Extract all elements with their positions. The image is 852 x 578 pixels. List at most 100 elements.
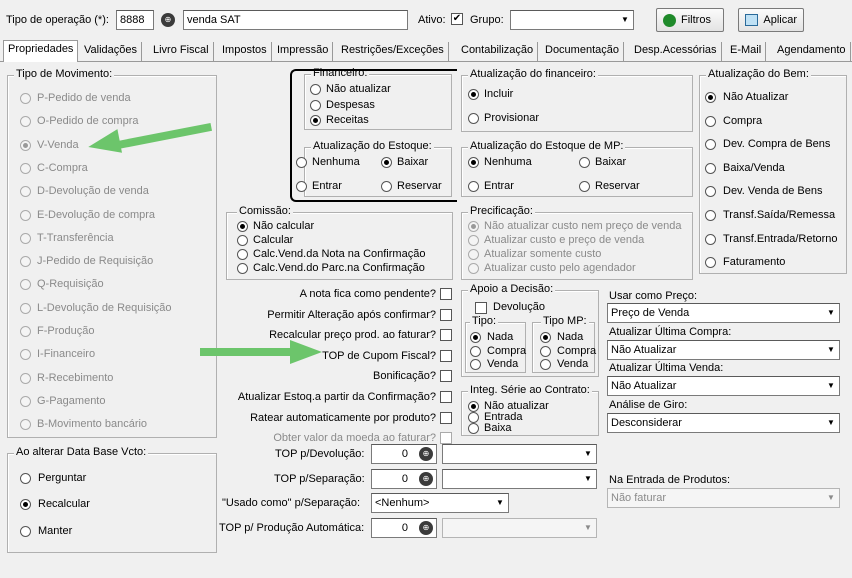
apoio-tipo-venda-radio[interactable] [470,359,481,370]
integ-baixa-label: Baixa [484,422,512,434]
tab-desp-acessorias[interactable]: Desp.Acessórias [630,42,722,61]
integ-nao-atualizar-radio[interactable] [468,401,479,412]
option-checkbox[interactable] [440,432,452,445]
option-checkbox[interactable] [440,308,452,321]
tipo-movimento-radio[interactable] [20,162,31,174]
tipo-movimento-radio[interactable] [20,93,31,104]
tipo-operacao-label: Tipo de operação (*): [6,14,109,26]
apoio-tipo-compra-radio[interactable] [470,346,481,357]
atualizacao-bem-label: Não Atualizar [723,91,789,103]
tipo-movimento-radio[interactable] [20,232,31,244]
option-checkbox[interactable] [440,329,452,342]
option-checkbox[interactable] [440,370,452,383]
fin-incluir-label: Incluir [484,88,514,100]
tab-documentacao[interactable]: Documentação [541,42,624,61]
tipo-movimento-radio[interactable] [20,302,31,314]
devolucao-checkbox[interactable] [475,302,487,314]
apoio-tipomp-compra-radio[interactable] [540,346,551,357]
apoio-tipo-title: Tipo: [470,315,499,328]
comissao-nao-calcular-radio[interactable] [237,221,248,232]
tab-propriedades[interactable]: Propriedades [3,40,79,62]
tipo-movimento-label: F-Produção [37,325,95,337]
mp-entrar-radio[interactable] [468,181,479,192]
option-checkbox[interactable] [440,391,452,403]
ativo-label: Ativo: [418,14,446,26]
usar-preco-select[interactable]: Preço de Venda ▼ [607,303,840,323]
filtros-button[interactable]: Filtros [656,8,724,32]
mp-reservar-radio[interactable] [579,181,590,192]
prec-agendador-radio[interactable] [468,263,479,274]
aplicar-button[interactable]: Aplicar [738,8,804,32]
comissao-calc-nota-radio[interactable] [237,249,248,260]
comissao-title: Comissão: [237,205,293,218]
ativo-checkbox[interactable]: ✔ [451,13,463,25]
apoio-tipo-nada-radio[interactable] [470,332,481,343]
integ-entrada-radio[interactable] [468,412,479,423]
tipo-operacao-code-input[interactable]: 8888 [116,10,154,30]
fin-provisionar-radio[interactable] [468,113,479,124]
chevron-down-icon: ▼ [827,381,835,390]
filtros-label: Filtros [681,14,711,26]
tab-impressao[interactable]: Impressão [273,42,334,61]
integ-serie-group: Integ. Série ao Contrato: [461,384,599,436]
option-checkbox[interactable] [440,288,452,300]
lookup-icon[interactable]: ⊕ [419,521,433,535]
tipo-movimento-radio[interactable] [20,326,31,337]
data-base-manter-radio[interactable] [20,526,31,537]
tipo-movimento-radio[interactable] [20,139,31,151]
option-checkbox[interactable] [440,349,452,362]
atualizacao-bem-radio[interactable] [705,233,716,245]
atualizacao-bem-label: Transf.Saída/Remessa [723,209,836,221]
tipo-operacao-name-input[interactable]: venda SAT [183,10,408,30]
prec-somente-custo-radio[interactable] [468,249,479,260]
ult-venda-select[interactable]: Não Atualizar ▼ [607,376,840,396]
ult-compra-select[interactable]: Não Atualizar ▼ [607,340,840,360]
mp-baixar-label: Baixar [595,156,627,168]
usar-preco-label: Usar como Preço: [609,290,698,302]
data-base-recalcular-label: Recalcular [38,498,90,510]
comissao-calcular-radio[interactable] [237,235,248,246]
prec-custo-preco-radio[interactable] [468,235,479,246]
atualizacao-bem-radio[interactable] [705,210,716,221]
top-producao-select[interactable]: ▼ [442,518,597,538]
atualizacao-bem-radio[interactable] [705,92,716,103]
grupo-select[interactable]: ▼ [510,10,634,30]
mp-baixar-radio[interactable] [579,157,590,168]
mp-reservar-label: Reservar [595,180,640,192]
lookup-icon[interactable]: ⊕ [419,447,433,461]
tab-validacoes[interactable]: Validações [80,42,142,61]
option-checkbox-label: Permitir Alteração após confirmar? [267,308,436,321]
lookup-icon[interactable]: ⊕ [161,13,175,27]
tab-impostos[interactable]: Impostos [218,42,272,61]
atualizacao-bem-radio[interactable] [705,162,716,174]
lookup-icon[interactable]: ⊕ [419,472,433,486]
atualizacao-bem-radio[interactable] [705,115,716,127]
top-devolucao-select[interactable]: ▼ [442,444,597,464]
mp-nenhuma-radio[interactable] [468,157,479,168]
fin-incluir-radio[interactable] [468,89,479,100]
option-checkbox[interactable] [440,411,452,424]
data-base-perguntar-radio[interactable] [20,473,31,484]
comissao-calc-parc-radio[interactable] [237,263,248,274]
tab-livro-fiscal[interactable]: Livro Fiscal [149,42,214,61]
tab-agendamento[interactable]: Agendamento [773,42,851,61]
entrada-produtos-label: Na Entrada de Produtos: [609,474,731,486]
entrada-produtos-select[interactable]: Não faturar ▼ [607,488,840,508]
integ-baixa-radio[interactable] [468,423,479,434]
apoio-tipomp-nada-radio[interactable] [540,332,551,343]
tipo-movimento-radio[interactable] [20,209,31,221]
tab-contabilizacao[interactable]: Contabilização [457,42,539,61]
ult-compra-value: Não Atualizar [611,344,677,356]
tipo-movimento-label: J-Pedido de Requisição [37,255,154,268]
apoio-tipomp-venda-radio[interactable] [540,359,551,370]
apoio-tipo-compra-label: Compra [487,345,527,357]
usado-como-select[interactable]: <Nenhum> ▼ [371,493,509,513]
tab-email[interactable]: E-Mail [726,42,767,61]
tipo-movimento-radio[interactable] [20,395,31,407]
giro-select[interactable]: Desconsiderar ▼ [607,413,840,433]
top-separacao-select[interactable]: ▼ [442,469,597,489]
tipo-movimento-radio[interactable] [20,372,31,384]
prec-nao-atualizar-radio[interactable] [468,221,479,232]
data-base-recalcular-radio[interactable] [20,499,31,510]
tab-restricoes[interactable]: Restrições/Exceções [337,42,449,61]
